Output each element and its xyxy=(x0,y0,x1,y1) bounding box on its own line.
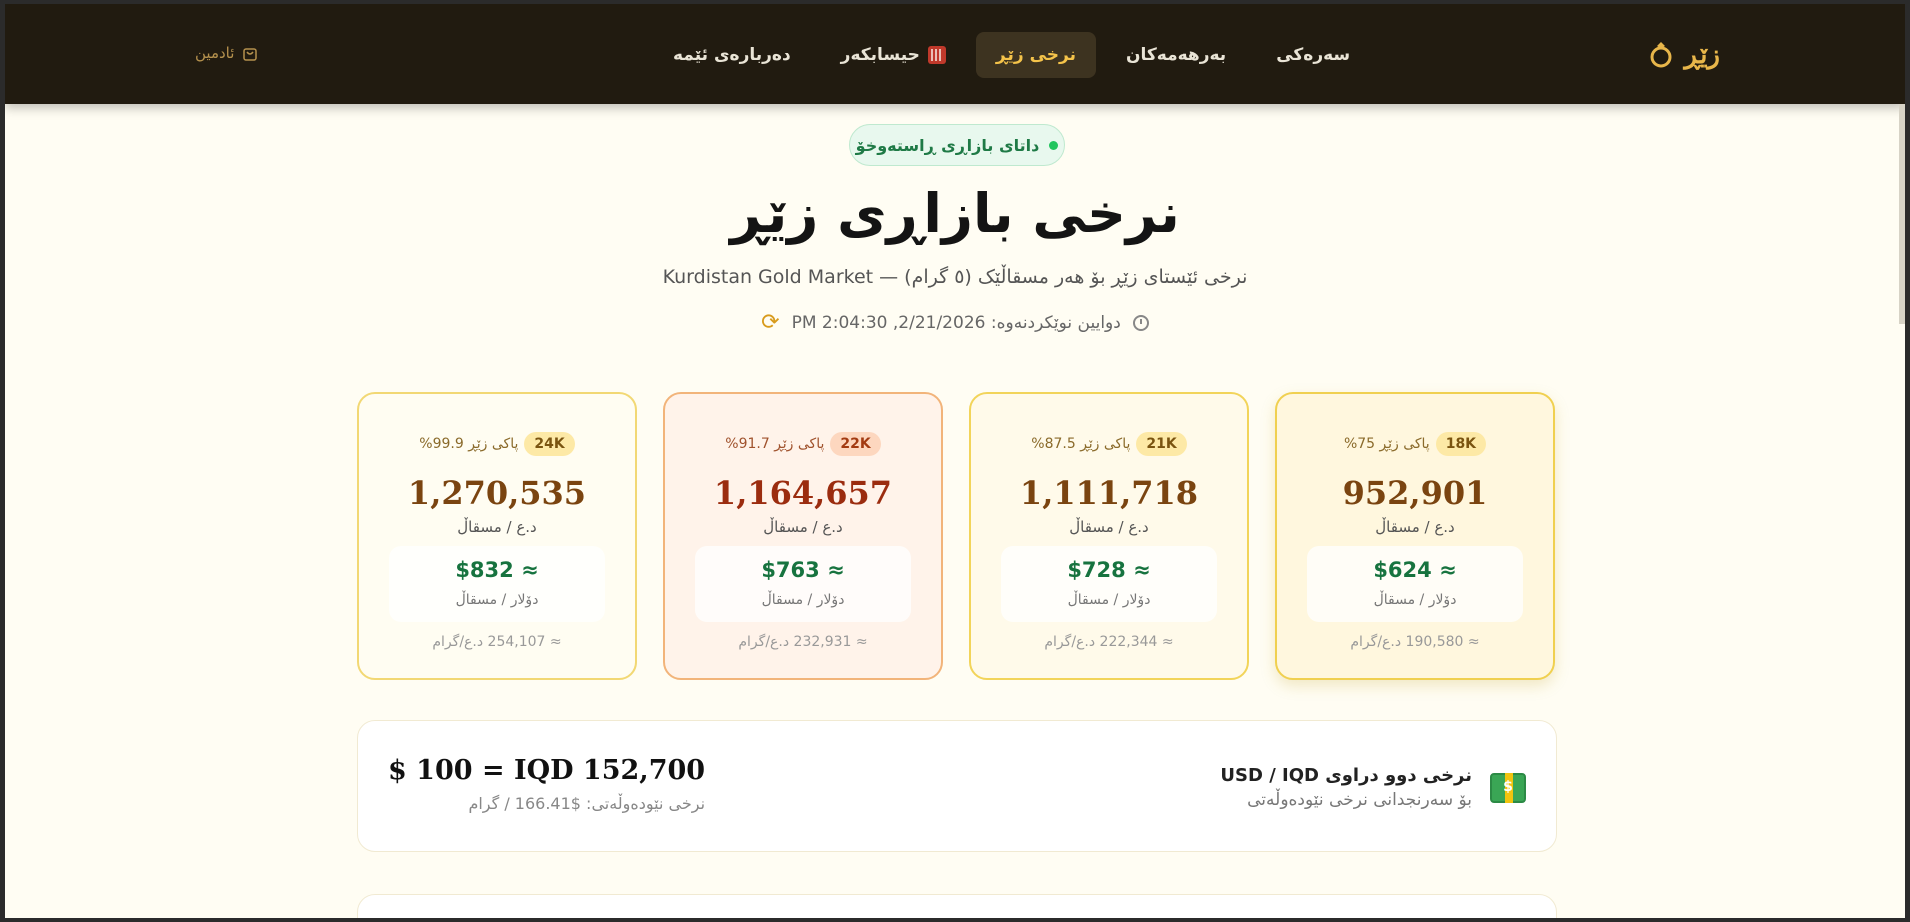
last-updated: دوایین نوێکردنەوە: 2/21/2026, 2:04:30 PM… xyxy=(5,310,1905,335)
iqd-price: 952,901 xyxy=(1342,474,1488,512)
page-subtitle: نرخی ئێستای زێڕ بۆ هەر مسقاڵێک (٥ گرام) … xyxy=(662,266,1248,288)
price-card-22k: 22K پاکی زێڕ 91.7% 1,164,657 د.ع / مسقاڵ… xyxy=(663,392,943,680)
card-header: 24K پاکی زێڕ 99.9% xyxy=(359,432,635,456)
iqd-price: 1,270,535 xyxy=(407,474,587,512)
iqd-unit: د.ع / مسقاڵ xyxy=(763,518,843,536)
purity-label: پاکی زێڕ 75% xyxy=(1343,436,1430,452)
exchange-rate: $ 100 = IQD 152,700 xyxy=(388,755,706,786)
usd-unit: دۆلار / مسقاڵ xyxy=(1067,592,1151,608)
nav-item-home[interactable]: سەرەکی xyxy=(1256,32,1370,78)
card-header: 22K پاکی زێڕ 91.7% xyxy=(665,432,941,456)
nav-label: نرخی زێڕ xyxy=(995,45,1076,65)
usd-box: ≈ $728 دۆلار / مسقاڵ xyxy=(1001,546,1217,622)
iqd-unit: د.ع / مسقاڵ xyxy=(1069,518,1149,536)
live-badge-label: داتای بازاڕی ڕاستەوخۆ xyxy=(855,135,1040,155)
usd-price: ≈ $728 xyxy=(1067,558,1151,582)
money-icon xyxy=(1490,772,1526,803)
nav-label: سەرەکی xyxy=(1276,45,1351,65)
iqd-price: 1,111,718 xyxy=(1019,474,1199,512)
purity-label: پاکی زێڕ 87.5% xyxy=(1031,436,1131,452)
usd-box: ≈ $763 دۆلار / مسقاڵ xyxy=(695,546,911,622)
live-data-badge: داتای بازاڕی ڕاستەوخۆ xyxy=(849,124,1065,166)
nav-item-gold-price[interactable]: نرخی زێڕ xyxy=(975,32,1096,78)
price-cards: 24K پاکی زێڕ 99.9% 1,270,535 د.ع / مسقاڵ… xyxy=(357,392,1557,682)
purity-label: پاکی زێڕ 99.9% xyxy=(419,436,519,452)
usd-price: ≈ $624 xyxy=(1373,558,1457,582)
card-header: 18K پاکی زێڕ 75% xyxy=(1277,432,1553,456)
per-gram-price: ≈ 232,931 د.ع/گرام xyxy=(738,634,868,650)
clock-icon xyxy=(1132,314,1149,331)
usd-box: ≈ $624 دۆلار / مسقاڵ xyxy=(1307,546,1523,622)
iqd-unit: د.ع / مسقاڵ xyxy=(457,518,537,536)
usd-box: ≈ $832 دۆلار / مسقاڵ xyxy=(389,546,605,622)
karat-badge: 22K xyxy=(830,432,881,456)
purity-label: پاکی زێڕ 91.7% xyxy=(725,436,825,452)
nav-item-about[interactable]: دەربارەی ئێمە xyxy=(653,32,811,78)
exchange-rate-title: نرخی دوو دراوی USD / IQD xyxy=(1220,765,1472,786)
per-gram-price: ≈ 254,107 د.ع/گرام xyxy=(432,634,562,650)
admin-link[interactable]: ئادمین xyxy=(195,44,258,62)
main-menu: سەرەکی بەرهەمەکان نرخی زێڕ حیسابکەر دەرب… xyxy=(653,32,1370,78)
nav-item-calculator[interactable]: حیسابکەر xyxy=(821,32,966,78)
exchange-rate-desc: بۆ سەرنجدانی نرخی نێودەوڵەتی xyxy=(1247,790,1472,810)
live-dot-icon xyxy=(1049,140,1059,150)
shopping-bag-icon xyxy=(243,48,258,61)
exchange-rate-header: نرخی دوو دراوی USD / IQD بۆ سەرنجدانی نر… xyxy=(1220,765,1526,810)
karat-badge: 21K xyxy=(1136,432,1187,456)
price-card-21k: 21K پاکی زێڕ 87.5% 1,111,718 د.ع / مسقاڵ… xyxy=(969,392,1249,680)
exchange-rate-values: $ 100 = IQD 152,700 نرخی نێودەوڵەتی: $16… xyxy=(388,755,705,813)
usd-price: ≈ $832 xyxy=(455,558,539,582)
nav-label: بەرهەمەکان xyxy=(1126,45,1227,65)
brand-logo[interactable]: زێڕ xyxy=(1648,40,1720,70)
calculator-icon xyxy=(927,46,946,64)
karat-badge: 24K xyxy=(524,432,575,456)
international-price: نرخی نێودەوڵەتی: $166.41 / گرام xyxy=(468,794,706,813)
nav-item-products[interactable]: بەرهەمەکان xyxy=(1106,32,1246,78)
brand-name: زێڕ xyxy=(1684,40,1720,70)
ring-icon xyxy=(1650,42,1672,68)
browser-window: زێڕ سەرەکی بەرهەمەکان نرخی زێڕ حیسابکەر … xyxy=(5,4,1905,918)
page-title: نرخی بازاڕی زێڕ xyxy=(730,182,1180,245)
top-navbar: زێڕ سەرەکی بەرهەمەکان نرخی زێڕ حیسابکەر … xyxy=(5,4,1905,104)
usd-unit: دۆلار / مسقاڵ xyxy=(455,592,539,608)
next-section-panel xyxy=(357,894,1557,918)
karat-badge: 18K xyxy=(1435,432,1487,456)
refresh-icon[interactable]: ⟳ xyxy=(761,310,779,335)
nav-label: دەربارەی ئێمە xyxy=(673,45,791,65)
exchange-rate-panel: $ 100 = IQD 152,700 نرخی نێودەوڵەتی: $16… xyxy=(357,720,1557,852)
nav-label: حیسابکەر xyxy=(840,45,920,65)
price-card-18k: 18K پاکی زێڕ 75% 952,901 د.ع / مسقاڵ ≈ $… xyxy=(1275,392,1555,680)
iqd-unit: د.ع / مسقاڵ xyxy=(1375,518,1455,536)
price-card-24k: 24K پاکی زێڕ 99.9% 1,270,535 د.ع / مسقاڵ… xyxy=(357,392,637,680)
usd-unit: دۆلار / مسقاڵ xyxy=(1373,592,1457,608)
usd-unit: دۆلار / مسقاڵ xyxy=(761,592,845,608)
last-updated-text: دوایین نوێکردنەوە: 2/21/2026, 2:04:30 PM xyxy=(791,312,1121,333)
per-gram-price: ≈ 222,344 د.ع/گرام xyxy=(1044,634,1174,650)
usd-price: ≈ $763 xyxy=(761,558,845,582)
admin-label: ئادمین xyxy=(195,44,235,62)
iqd-price: 1,164,657 xyxy=(713,474,893,512)
card-header: 21K پاکی زێڕ 87.5% xyxy=(971,432,1247,456)
per-gram-price: ≈ 190,580 د.ع/گرام xyxy=(1350,634,1480,650)
